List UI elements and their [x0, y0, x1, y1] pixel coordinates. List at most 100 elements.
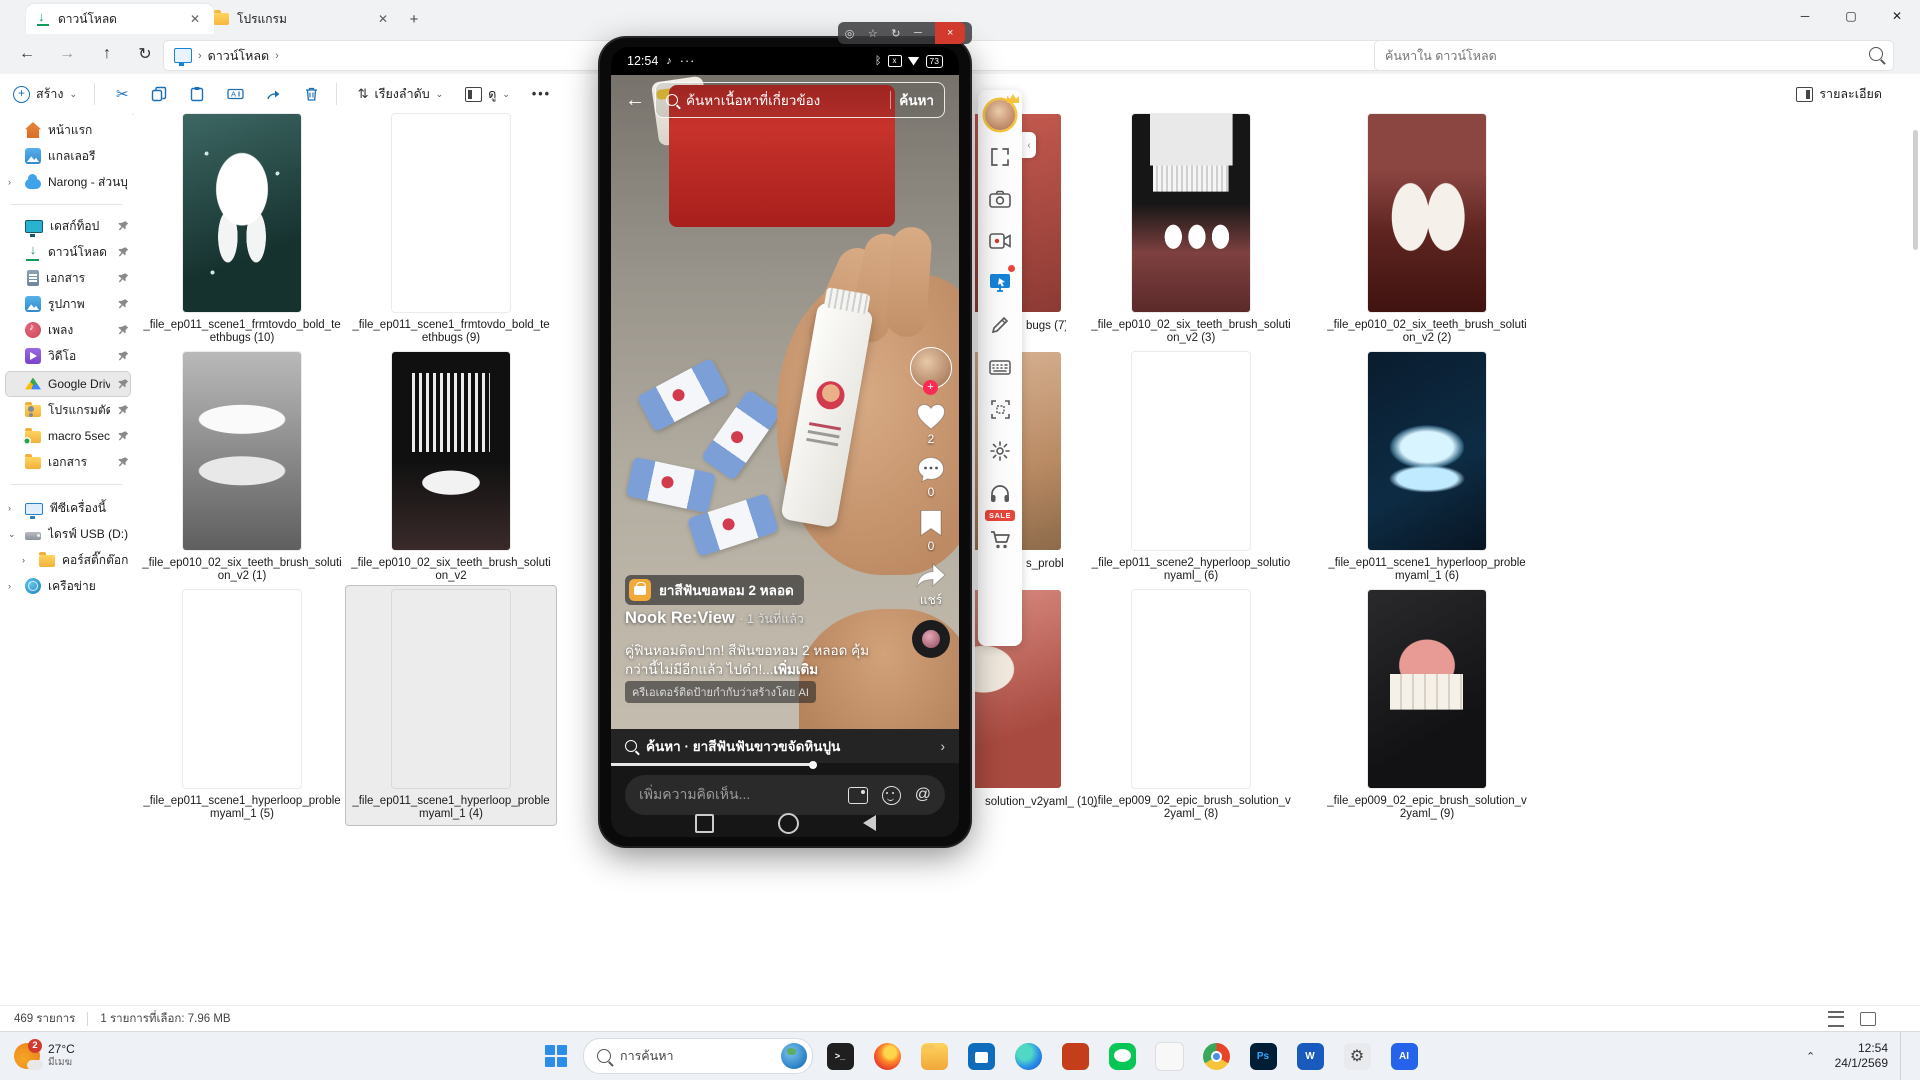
chevron-right-icon[interactable]: ›: [22, 555, 32, 565]
taskbar-app-capcut[interactable]: [1149, 1036, 1189, 1076]
details-pane-button[interactable]: รายละเอียด: [1788, 78, 1890, 110]
share-icon[interactable]: [916, 563, 946, 589]
more-options-button[interactable]: •••: [523, 78, 560, 110]
close-button[interactable]: ✕: [1874, 0, 1920, 32]
taskbar-app-settings[interactable]: ⚙: [1337, 1036, 1377, 1076]
taskbar-search[interactable]: การค้นหา: [583, 1038, 813, 1074]
chevron-down-icon[interactable]: ⌄: [8, 529, 18, 540]
product-badge[interactable]: ยาสีฟันขอหอม 2 หลอด: [625, 575, 804, 605]
file-item[interactable]: _file_ep010_02_six_teeth_brush_solution_…: [1322, 114, 1532, 345]
home-button[interactable]: [778, 813, 799, 834]
sidebar-item-music[interactable]: เพลง: [6, 318, 130, 342]
tab-downloads[interactable]: ดาวน์โหลด ✕: [26, 4, 214, 34]
minimize-icon[interactable]: ─: [914, 27, 922, 39]
explorer-search-input[interactable]: ค้นหาใน ดาวน์โหลด: [1374, 40, 1894, 71]
screen-record-button[interactable]: [982, 220, 1018, 262]
new-tab-button[interactable]: +: [402, 8, 426, 30]
sidebar-item-tiktok-course-folder[interactable]: ›คอร์สติ๊กต๊อก2026: [20, 548, 130, 572]
star-icon[interactable]: ☆: [868, 27, 878, 40]
audio-headset-button[interactable]: [982, 472, 1018, 514]
file-item[interactable]: _file_ep011_scene1_frmtovdo_bold_teethbu…: [346, 114, 556, 345]
taskbar-app-store[interactable]: [961, 1036, 1001, 1076]
record-icon[interactable]: ◎: [845, 27, 855, 40]
start-button[interactable]: [536, 1036, 576, 1076]
sidebar-item-editor-folder[interactable]: โปรแกรมตัดต่อ: [6, 398, 130, 422]
file-item[interactable]: _file_ep009_02_epic_brush_solution_v2yam…: [1322, 590, 1532, 821]
back-arrow-icon[interactable]: ←: [625, 89, 645, 112]
chevron-right-icon[interactable]: ›: [8, 503, 18, 513]
video-progress-bar[interactable]: [611, 763, 813, 766]
forward-button[interactable]: →: [52, 40, 82, 68]
taskbar-clock[interactable]: 12:54 24/1/2569: [1827, 1041, 1896, 1071]
screenshot-camera-button[interactable]: [982, 178, 1018, 220]
file-item[interactable]: _file_ep010_02_six_teeth_brush_solution_…: [346, 352, 556, 583]
file-item[interactable]: _file_ep010_02_six_teeth_brush_solution_…: [1086, 114, 1296, 345]
tab-close-icon[interactable]: ✕: [374, 10, 392, 28]
sidebar-item-documents[interactable]: เอกสาร: [6, 266, 130, 290]
taskbar-app-firefox[interactable]: [867, 1036, 907, 1076]
sidebar-item-macro-5sec[interactable]: macro 5sec: [6, 424, 130, 448]
search-highlight-globe-icon[interactable]: [781, 1043, 807, 1069]
video-username[interactable]: Nook Re:View · 1 วันที่แล้ว: [625, 609, 804, 629]
breadcrumb-folder[interactable]: ดาวน์โหลด: [208, 46, 269, 66]
mention-icon[interactable]: @: [915, 786, 931, 804]
sidebar-item-desktop[interactable]: เดสก์ท็อป: [6, 214, 130, 238]
file-item[interactable]: _file_ep011_scene1_hyperloop_problemyaml…: [1322, 352, 1532, 583]
phone-search-input[interactable]: ค้นหาเนื้อหาที่เกี่ยวข้อง ค้นหา: [655, 82, 945, 118]
shop-cart-button[interactable]: SALE: [982, 518, 1018, 560]
progress-handle[interactable]: [809, 761, 817, 769]
see-more-button[interactable]: เพิ่มเติม: [773, 662, 818, 677]
copy-button[interactable]: [142, 78, 176, 110]
file-item[interactable]: _file_ep011_scene1_frmtovdo_bold_teethbu…: [137, 114, 347, 345]
comment-icon[interactable]: [917, 456, 945, 483]
thumbnail-view-icon[interactable]: [1860, 1012, 1876, 1026]
region-select-button[interactable]: [982, 388, 1018, 430]
view-button[interactable]: ดู ⌄: [456, 78, 519, 110]
up-button[interactable]: ↑: [92, 40, 122, 68]
recents-button[interactable]: [695, 814, 714, 833]
taskbar-app-powerpoint[interactable]: [1055, 1036, 1095, 1076]
bookmark-icon[interactable]: [919, 509, 943, 537]
taskbar-app-word[interactable]: W: [1290, 1036, 1330, 1076]
chevron-right-icon[interactable]: ›: [8, 177, 18, 187]
list-view-icon[interactable]: [1828, 1011, 1844, 1027]
taskbar-app-photoshop[interactable]: Ps: [1243, 1036, 1283, 1076]
file-item-selected[interactable]: _file_ep011_scene1_hyperloop_problemyaml…: [346, 586, 556, 825]
screen-mirror-button-active[interactable]: [982, 262, 1018, 304]
stylus-pen-button[interactable]: [982, 304, 1018, 346]
taskbar-app-edge[interactable]: [1008, 1036, 1048, 1076]
tab-programs[interactable]: โปรแกรม ✕: [204, 4, 402, 34]
chevron-right-icon[interactable]: ›: [8, 581, 18, 591]
rename-button[interactable]: A: [218, 78, 253, 110]
sidebar-item-usb-drive[interactable]: ⌄ไดรฟ์ USB (D:): [6, 522, 130, 546]
sidebar-item-videos[interactable]: วิดีโอ: [6, 344, 130, 368]
new-button[interactable]: + สร้าง ⌄: [4, 78, 86, 110]
maximize-button[interactable]: ▢: [1828, 0, 1874, 32]
minimize-button[interactable]: ─: [1782, 0, 1828, 32]
sidebar-item-gallery[interactable]: แกลเลอรี: [6, 144, 130, 168]
tab-close-icon[interactable]: ✕: [186, 10, 204, 28]
delete-button[interactable]: [295, 78, 328, 110]
taskbar-app-terminal[interactable]: >_: [820, 1036, 860, 1076]
paste-button[interactable]: [180, 78, 214, 110]
emoji-icon[interactable]: [882, 786, 901, 805]
hidden-icons-chevron[interactable]: ⌃: [1799, 1050, 1823, 1063]
taskbar-app-line[interactable]: [1102, 1036, 1142, 1076]
vertical-scrollbar[interactable]: [1913, 130, 1918, 250]
sound-disc[interactable]: [912, 620, 950, 658]
sidebar-item-documents-folder[interactable]: เอกสาร: [6, 450, 130, 474]
panel-collapse-handle[interactable]: ‹: [1022, 132, 1036, 158]
account-avatar[interactable]: [982, 94, 1018, 136]
phone-search-button[interactable]: ค้นหา: [899, 89, 934, 111]
file-item[interactable]: _file_ep011_scene2_hyperloop_solutionyam…: [1086, 352, 1296, 583]
sidebar-item-home[interactable]: หน้าแรก: [6, 118, 130, 142]
sidebar-item-this-pc[interactable]: ›พีซีเครื่องนี้: [6, 496, 130, 520]
cut-button[interactable]: ✂: [107, 78, 138, 110]
rotate-icon[interactable]: ↻: [891, 27, 900, 40]
creator-avatar[interactable]: [910, 347, 952, 389]
fullscreen-button[interactable]: [982, 136, 1018, 178]
refresh-button[interactable]: ↻: [130, 40, 160, 68]
taskbar-app-file-explorer[interactable]: [914, 1036, 954, 1076]
photo-icon[interactable]: [848, 787, 868, 804]
file-item[interactable]: _file_ep009_02_epic_brush_solution_v2yam…: [1086, 590, 1296, 821]
